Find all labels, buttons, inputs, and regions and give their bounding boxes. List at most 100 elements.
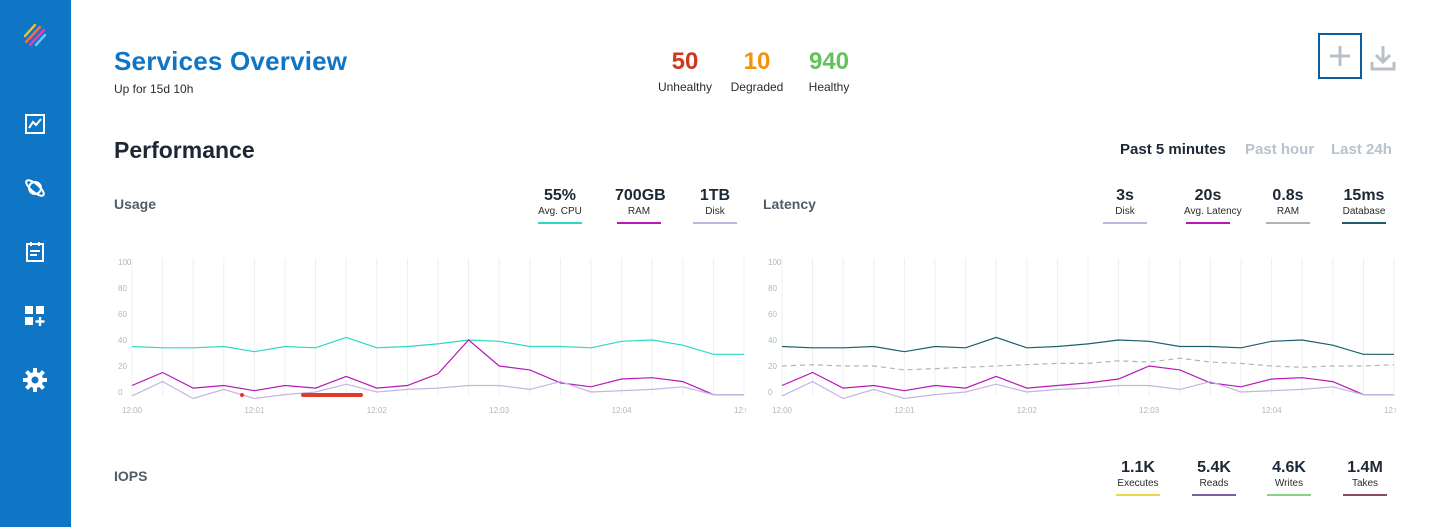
x-tick-label: 12:03	[1139, 406, 1160, 415]
metric-color-bar	[1103, 222, 1147, 224]
metric-value: 3s	[1116, 187, 1134, 204]
metric-label: RAM	[1276, 206, 1300, 217]
metric-value: 20s	[1194, 187, 1222, 204]
stat-value: 50	[671, 48, 699, 75]
y-tick-label: 60	[118, 310, 127, 319]
metric-color-bar	[693, 222, 737, 224]
stat-degraded[interactable]: 10 Degraded	[726, 48, 788, 94]
x-tick-label: 12:05	[734, 406, 746, 415]
uptime-text: Up for 15d 10h	[114, 82, 194, 96]
x-tick-label: 12:03	[489, 406, 510, 415]
metric-disk-latency[interactable]: 3s Disk	[1101, 187, 1149, 224]
sidebar	[0, 0, 71, 527]
brand-logo-icon[interactable]	[22, 22, 48, 48]
x-tick-label: 12:00	[122, 406, 143, 415]
x-tick-label: 12:05	[1384, 406, 1396, 415]
metric-color-bar	[1342, 222, 1386, 224]
download-button[interactable]	[1370, 44, 1396, 72]
y-tick-label: 20	[768, 362, 777, 371]
metric-avg-latency[interactable]: 20s Avg. Latency	[1184, 187, 1242, 224]
marker-dot	[240, 393, 244, 397]
metric-value: 4.6K	[1272, 459, 1306, 476]
planet-icon[interactable]	[22, 175, 48, 201]
metric-value: 1TB	[699, 187, 731, 204]
performance-title: Performance	[114, 137, 255, 163]
page-title: Services Overview	[114, 46, 348, 76]
metric-color-bar	[1266, 222, 1310, 224]
x-tick-label: 12:04	[1262, 406, 1283, 415]
y-tick-label: 0	[118, 388, 123, 397]
usage-chart[interactable]: 100 80 60 40 20 0 12:00 12:01 12:02 12:03 12:04 12:…	[112, 256, 746, 418]
metric-color-bar	[617, 222, 661, 224]
y-tick-label: 100	[768, 258, 782, 267]
metric-writes[interactable]: 4.6K Writes	[1265, 459, 1313, 496]
metric-value: 0.8s	[1272, 187, 1304, 204]
stat-label: Healthy	[808, 80, 850, 94]
metric-value: 1.1K	[1121, 459, 1155, 476]
metric-label: Avg. Latency	[1184, 206, 1242, 217]
metric-color-bar	[1192, 494, 1236, 496]
range-past-5-minutes[interactable]: Past 5 minutes	[1120, 141, 1226, 158]
y-tick-label: 60	[768, 310, 777, 319]
plus-icon	[1330, 46, 1350, 66]
latency-chart[interactable]: 100 80 60 40 20 0 12:00 12:01 12:02 12:03 12:04 12:…	[762, 256, 1396, 418]
metric-label: Disk	[705, 206, 725, 217]
y-tick-label: 40	[118, 336, 127, 345]
range-last-24h[interactable]: Last 24h	[1331, 141, 1392, 158]
gear-icon[interactable]	[22, 367, 48, 393]
x-tick-label: 12:02	[1017, 406, 1038, 415]
y-tick-label: 80	[768, 284, 777, 293]
x-tick-label: 12:04	[612, 406, 633, 415]
metric-value: 1.4M	[1347, 459, 1383, 476]
y-tick-label: 0	[768, 388, 773, 397]
y-tick-label: 80	[118, 284, 127, 293]
metric-label: Writes	[1274, 478, 1304, 489]
stat-label: Degraded	[730, 80, 784, 94]
metric-reads[interactable]: 5.4K Reads	[1190, 459, 1238, 496]
metric-ram-latency[interactable]: 0.8s RAM	[1264, 187, 1312, 224]
metric-label: Database	[1342, 206, 1386, 217]
chart-scrollbar[interactable]	[301, 393, 363, 397]
x-tick-label: 12:00	[772, 406, 793, 415]
metric-color-bar	[1343, 494, 1387, 496]
metric-value: 55%	[543, 187, 577, 204]
metric-value: 700GB	[615, 187, 666, 204]
metric-database-latency[interactable]: 15ms Database	[1340, 187, 1388, 224]
metric-value: 15ms	[1343, 187, 1385, 204]
stat-unhealthy[interactable]: 50 Unhealthy	[652, 48, 718, 94]
latency-label: Latency	[763, 196, 816, 212]
y-tick-label: 100	[118, 258, 132, 267]
metric-label: Reads	[1199, 478, 1229, 489]
y-tick-label: 40	[768, 336, 777, 345]
metric-ram[interactable]: 700GB RAM	[615, 187, 666, 224]
y-tick-label: 20	[118, 362, 127, 371]
range-past-hour[interactable]: Past hour	[1245, 141, 1314, 158]
x-tick-label: 12:02	[367, 406, 388, 415]
calendar-icon[interactable]	[22, 239, 48, 265]
metric-label: Disk	[1115, 206, 1135, 217]
metric-label: Avg. CPU	[538, 206, 582, 217]
metric-takes[interactable]: 1.4M Takes	[1341, 459, 1389, 496]
iops-label: IOPS	[114, 468, 148, 484]
dashboard-add-icon[interactable]	[22, 303, 48, 329]
metric-color-bar	[1116, 494, 1160, 496]
download-icon	[1370, 46, 1396, 71]
metric-label: Takes	[1351, 478, 1379, 489]
stat-label: Unhealthy	[657, 80, 713, 94]
metric-disk[interactable]: 1TB Disk	[691, 187, 739, 224]
chart-icon[interactable]	[22, 111, 48, 137]
metric-label: RAM	[627, 206, 651, 217]
metric-avg-cpu[interactable]: 55% Avg. CPU	[536, 187, 584, 224]
x-tick-label: 12:01	[894, 406, 915, 415]
metric-executes[interactable]: 1.1K Executes	[1114, 459, 1162, 496]
metric-color-bar	[538, 222, 582, 224]
usage-label: Usage	[114, 196, 157, 212]
stat-healthy[interactable]: 940 Healthy	[798, 48, 860, 94]
metric-label: Executes	[1117, 478, 1159, 489]
metric-color-bar	[1267, 494, 1311, 496]
stat-value: 940	[808, 48, 850, 75]
stat-value: 10	[743, 48, 771, 75]
metric-value: 5.4K	[1197, 459, 1231, 476]
add-button[interactable]	[1318, 33, 1362, 79]
x-tick-label: 12:01	[244, 406, 265, 415]
